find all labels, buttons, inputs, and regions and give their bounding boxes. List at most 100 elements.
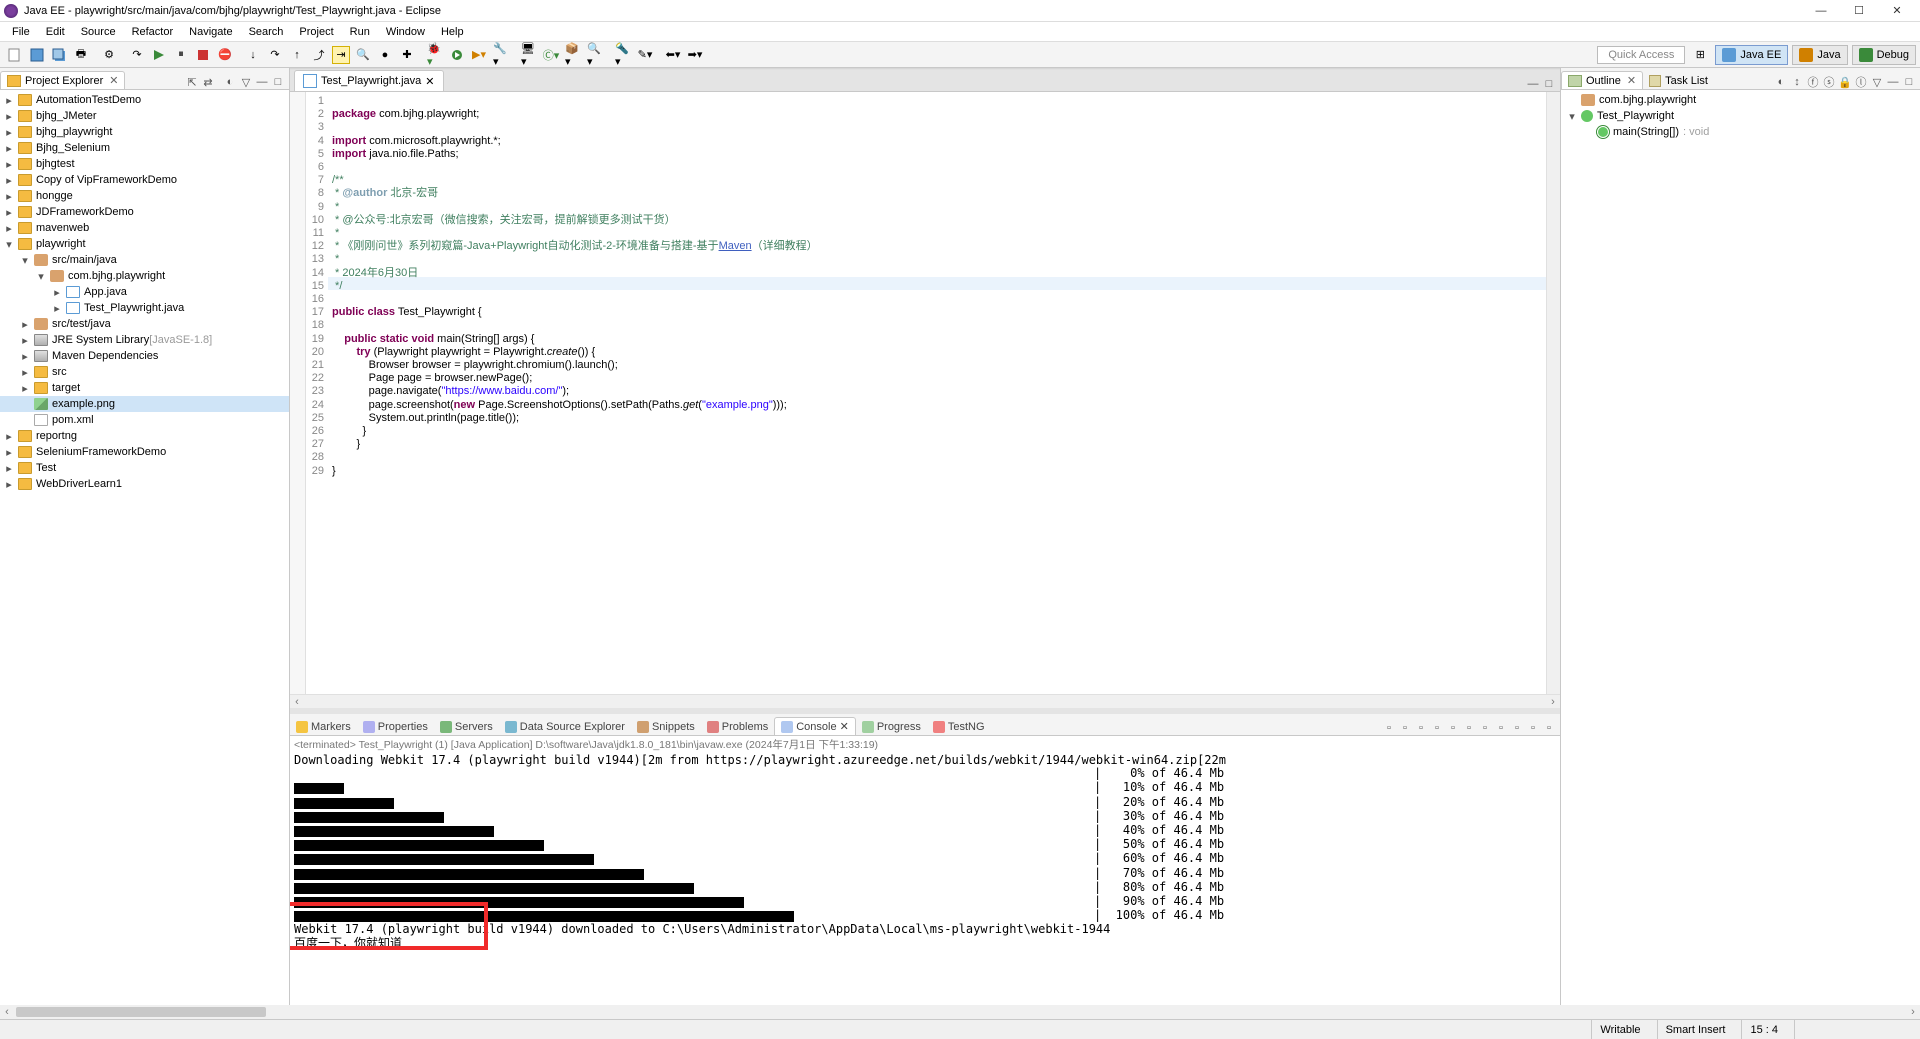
back-icon[interactable]: ⬅▾ xyxy=(664,46,682,64)
close-icon[interactable]: ✕ xyxy=(109,74,118,87)
maximize-view-icon[interactable]: □ xyxy=(1902,75,1916,89)
close-button[interactable]: ✕ xyxy=(1878,0,1916,22)
bottom-tab-data-source-explorer[interactable]: Data Source Explorer xyxy=(499,719,631,735)
step-into-icon[interactable]: ↓ xyxy=(244,46,262,64)
project-item[interactable]: ▸Test_Playwright.java xyxy=(0,300,289,316)
project-item[interactable]: ▸Bjhg_Selenium xyxy=(0,140,289,156)
outline-item[interactable]: ▾Test_Playwright xyxy=(1561,108,1920,124)
menu-source[interactable]: Source xyxy=(73,24,124,40)
hide-fields-icon[interactable]: ⓕ xyxy=(1806,75,1820,89)
new-server-icon[interactable]: 🖥▾ xyxy=(520,46,538,64)
remove-all-icon[interactable]: ▫ xyxy=(1414,721,1428,735)
project-item[interactable]: ▸target xyxy=(0,380,289,396)
project-item[interactable]: ▸JDFrameworkDemo xyxy=(0,204,289,220)
project-item[interactable]: ▸src xyxy=(0,364,289,380)
save-icon[interactable] xyxy=(28,46,46,64)
forward-icon[interactable]: ➡▾ xyxy=(686,46,704,64)
maximize-button[interactable]: ☐ xyxy=(1840,0,1878,22)
project-item[interactable]: ▸Test xyxy=(0,460,289,476)
menu-project[interactable]: Project xyxy=(291,24,341,40)
hide-local-icon[interactable]: ⓛ xyxy=(1854,75,1868,89)
project-item[interactable]: ▾playwright xyxy=(0,236,289,252)
collapse-all-icon[interactable]: ⇱ xyxy=(185,75,199,89)
console-output[interactable]: Downloading Webkit 17.4 (playwright buil… xyxy=(290,752,1560,1005)
step-return-icon[interactable]: ↑ xyxy=(288,46,306,64)
menu-file[interactable]: File xyxy=(4,24,38,40)
editor-tab[interactable]: Test_Playwright.java ✕ xyxy=(294,70,444,91)
scroll-lock-icon[interactable]: ▫ xyxy=(1430,721,1444,735)
bottom-tab-servers[interactable]: Servers xyxy=(434,719,499,735)
new-icon[interactable] xyxy=(6,46,24,64)
save-all-icon[interactable] xyxy=(50,46,68,64)
project-item[interactable]: ▸Copy of VipFrameworkDemo xyxy=(0,172,289,188)
perspective-debug[interactable]: Debug xyxy=(1852,45,1916,65)
focus-icon[interactable]: ◐ xyxy=(1774,75,1788,89)
min-icon[interactable]: ▫ xyxy=(1526,721,1540,735)
bottom-tab-progress[interactable]: Progress xyxy=(856,719,927,735)
outline-tab[interactable]: Outline ✕ xyxy=(1561,71,1643,89)
tasklist-tab[interactable]: Task List xyxy=(1643,73,1714,89)
menu-run[interactable]: Run xyxy=(342,24,378,40)
menu-search[interactable]: Search xyxy=(241,24,292,40)
project-item[interactable]: ▸JRE System Library [JavaSE-1.8] xyxy=(0,332,289,348)
bottom-tab-snippets[interactable]: Snippets xyxy=(631,719,701,735)
bottom-tab-properties[interactable]: Properties xyxy=(357,719,434,735)
project-item[interactable]: ▸App.java xyxy=(0,284,289,300)
close-icon[interactable]: ✕ xyxy=(840,720,849,733)
new-console-icon[interactable]: ▫ xyxy=(1510,721,1524,735)
hide-nonpublic-icon[interactable]: 🔒 xyxy=(1838,75,1852,89)
suspend-icon[interactable]: ⏸ xyxy=(172,46,190,64)
max-icon[interactable]: ▫ xyxy=(1542,721,1556,735)
add-snippet-icon[interactable]: ✚ xyxy=(398,46,416,64)
project-item[interactable]: ▾com.bjhg.playwright xyxy=(0,268,289,284)
project-item[interactable]: ▸bjhg_playwright xyxy=(0,124,289,140)
minimize-editor-icon[interactable]: — xyxy=(1526,77,1540,91)
project-item[interactable]: pom.xml xyxy=(0,412,289,428)
project-tree[interactable]: ▸AutomationTestDemo▸bjhg_JMeter▸bjhg_pla… xyxy=(0,90,289,1005)
menu-navigate[interactable]: Navigate xyxy=(181,24,240,40)
menu-refactor[interactable]: Refactor xyxy=(124,24,182,40)
project-item[interactable]: ▾src/main/java xyxy=(0,252,289,268)
open-type-icon[interactable]: 🔍▾ xyxy=(586,46,604,64)
coverage-icon[interactable]: ▶▾ xyxy=(470,46,488,64)
clear-console-icon[interactable]: ▫ xyxy=(1382,721,1396,735)
perspective-javaee[interactable]: Java EE xyxy=(1715,45,1788,65)
project-item[interactable]: ▸mavenweb xyxy=(0,220,289,236)
outline-tree[interactable]: com.bjhg.playwright▾Test_Playwright main… xyxy=(1561,90,1920,1005)
close-icon[interactable]: ✕ xyxy=(425,75,434,88)
show-console-icon[interactable]: ▫ xyxy=(1446,721,1460,735)
bottom-tab-problems[interactable]: Problems xyxy=(701,719,774,735)
run-icon[interactable] xyxy=(448,46,466,64)
quick-access-input[interactable]: Quick Access xyxy=(1597,46,1685,64)
project-item[interactable]: ▸bjhg_JMeter xyxy=(0,108,289,124)
menu-edit[interactable]: Edit xyxy=(38,24,73,40)
project-item[interactable]: example.png xyxy=(0,396,289,412)
bottom-tab-markers[interactable]: Markers xyxy=(290,719,357,735)
sort-icon[interactable]: ↕ xyxy=(1790,75,1804,89)
menu-window[interactable]: Window xyxy=(378,24,433,40)
debug-icon[interactable]: 🐞▾ xyxy=(426,46,444,64)
minimize-view-icon[interactable]: — xyxy=(255,75,269,89)
horizontal-scrollbar[interactable]: ‹› xyxy=(290,694,1560,708)
remove-launch-icon[interactable]: ▫ xyxy=(1398,721,1412,735)
project-item[interactable]: ▸SeleniumFrameworkDemo xyxy=(0,444,289,460)
project-item[interactable]: ▸bjhgtest xyxy=(0,156,289,172)
search-icon[interactable]: 🔦▾ xyxy=(614,46,632,64)
bottom-tab-testng[interactable]: TestNG xyxy=(927,719,991,735)
close-icon[interactable]: ✕ xyxy=(1627,74,1636,87)
task-icon[interactable]: ✎▾ xyxy=(636,46,654,64)
outline-item[interactable]: com.bjhg.playwright xyxy=(1561,92,1920,108)
bottom-tab-console[interactable]: Console ✕ xyxy=(774,717,856,735)
new-class-icon[interactable]: Ⓒ▾ xyxy=(542,46,560,64)
view-menu-icon[interactable]: ▽ xyxy=(239,75,253,89)
project-item[interactable]: ▸src/test/java xyxy=(0,316,289,332)
project-item[interactable]: ▸AutomationTestDemo xyxy=(0,92,289,108)
disconnect-icon[interactable]: ⛔ xyxy=(216,46,234,64)
perspective-java[interactable]: Java xyxy=(1792,45,1847,65)
maximize-view-icon[interactable]: □ xyxy=(271,75,285,89)
minimize-view-icon[interactable]: — xyxy=(1886,75,1900,89)
step-over-icon[interactable]: ↷ xyxy=(266,46,284,64)
print-icon[interactable]: 🖶 xyxy=(72,46,90,64)
outline-item[interactable]: main(String[]): void xyxy=(1561,124,1920,140)
workbench-hscroll[interactable]: ‹› xyxy=(0,1005,1920,1019)
